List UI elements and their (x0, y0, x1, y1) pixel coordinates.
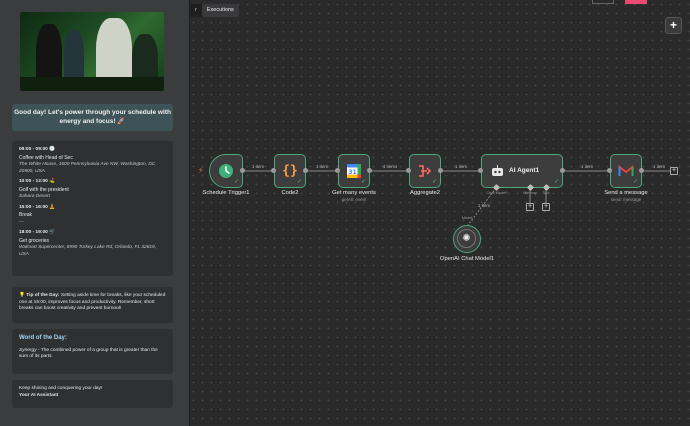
input-port[interactable] (406, 168, 411, 173)
google-calendar-icon: 31 (347, 164, 361, 178)
input-port[interactable] (271, 168, 276, 173)
success-check-icon: ✓ (431, 179, 437, 185)
output-port[interactable] (639, 168, 644, 173)
node-label: AI Agent1 (509, 167, 540, 174)
connection-count: 1 item (251, 164, 265, 169)
output-port[interactable] (438, 168, 443, 173)
success-check-icon: ✓ (632, 179, 638, 185)
node-code[interactable]: {} ✓ (274, 154, 306, 188)
input-port[interactable] (607, 168, 612, 173)
node-sublabel: send: message (610, 197, 642, 202)
node-sublabel: getAll: event (341, 197, 367, 202)
add-next-node-button[interactable]: + (670, 167, 678, 175)
aggregate-icon (419, 165, 432, 177)
output-port[interactable] (240, 168, 245, 173)
connection-count: 1 item (652, 164, 666, 169)
connection-count: 1 item (315, 164, 329, 169)
openai-icon: ✺ (457, 229, 476, 248)
node-label: Aggregate2 (410, 190, 440, 196)
svg-text:31: 31 (348, 169, 356, 176)
node-aggregate[interactable]: ✓ (409, 154, 441, 188)
node-label: Get many events (332, 190, 376, 196)
chat-model-label: Chat Model* (486, 191, 508, 195)
lightning-icon: ⚡ (198, 166, 204, 175)
connections-layer (243, 170, 670, 226)
output-port[interactable] (303, 168, 308, 173)
add-memory-button[interactable]: + (526, 203, 534, 211)
input-port[interactable] (478, 168, 483, 173)
input-port[interactable] (335, 168, 340, 173)
output-port[interactable] (560, 168, 565, 173)
node-send-message[interactable]: ✓ (610, 154, 642, 188)
memory-label: Memory (523, 191, 537, 195)
node-openai-chat-model[interactable]: ✺ (453, 225, 481, 253)
node-ai-agent[interactable]: AI Agent1 ✓ (481, 154, 563, 188)
node-label: OpenAI Chat Model1 (439, 256, 495, 262)
connection-count: 1 item (580, 164, 594, 169)
braces-icon: {} (282, 163, 298, 179)
node-label: Send a message (604, 190, 648, 196)
node-label: Code2 (281, 190, 299, 196)
gmail-icon (618, 165, 634, 176)
success-check-icon: ✓ (233, 179, 239, 185)
output-port[interactable] (367, 168, 372, 173)
node-get-many-events[interactable]: 31 ✓ (338, 154, 370, 188)
tool-label: Tool (542, 191, 550, 195)
connection-count: 4 items (382, 164, 398, 169)
node-label: Schedule Trigger1 (202, 190, 250, 196)
success-check-icon: ✓ (553, 179, 559, 185)
add-tool-button[interactable]: + (542, 203, 550, 211)
success-check-icon: ✓ (360, 179, 366, 185)
success-check-icon: ✓ (296, 179, 302, 185)
connection-count: 1 item (454, 164, 468, 169)
robot-icon (492, 165, 503, 176)
clock-icon (219, 164, 233, 178)
connection-count: 1 item (477, 203, 491, 208)
model-port-label: Model (461, 216, 473, 220)
node-schedule-trigger[interactable]: ✓ (209, 154, 243, 188)
